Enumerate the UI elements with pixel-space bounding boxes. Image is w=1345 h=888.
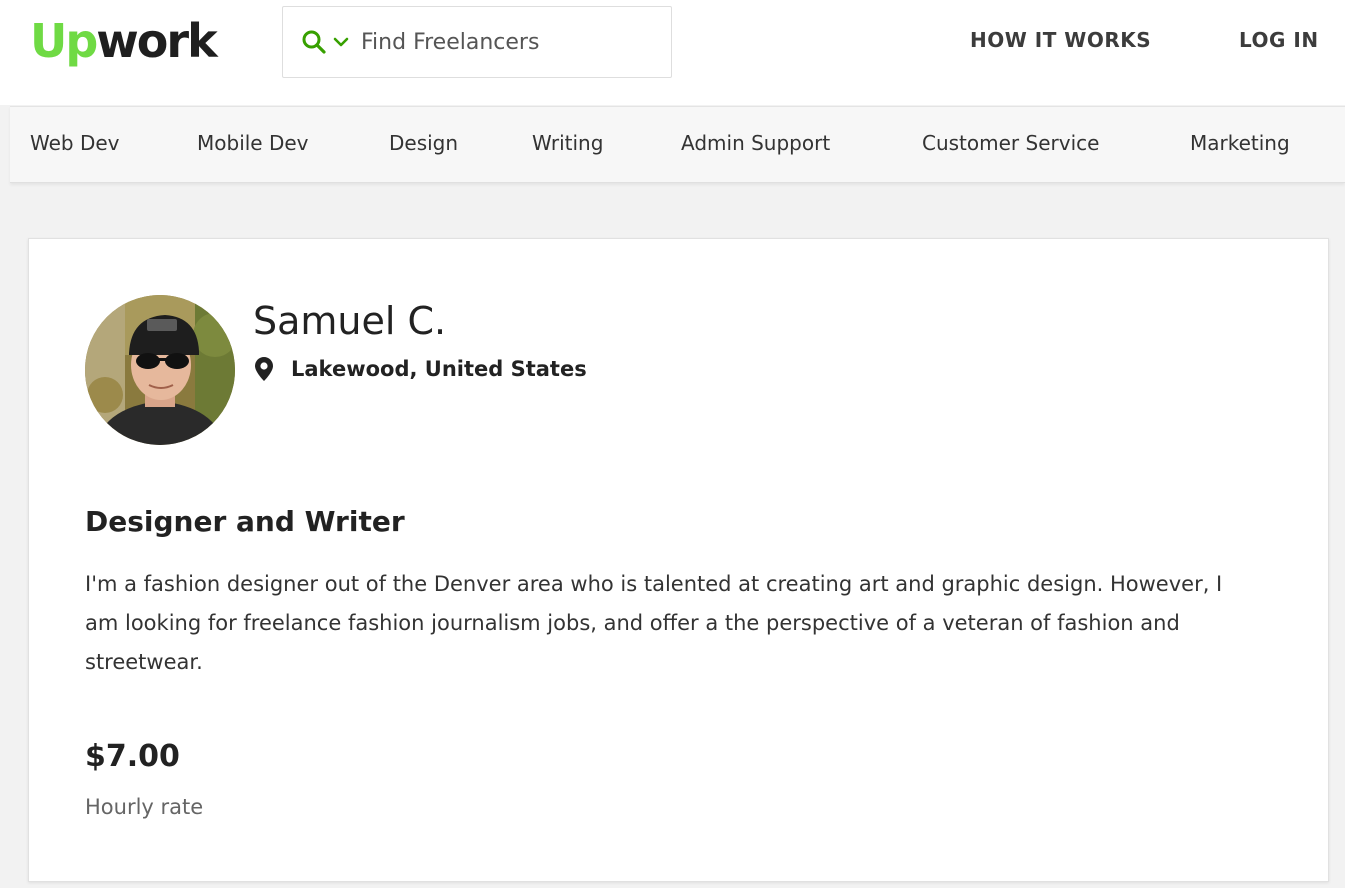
location-text: Lakewood, United States <box>291 357 587 381</box>
search-icon <box>301 29 327 55</box>
profile-title: Designer and Writer <box>85 505 405 538</box>
chevron-down-icon <box>333 36 349 48</box>
profile-description: I'm a fashion designer out of the Denver… <box>85 572 1223 674</box>
search-type-toggle[interactable] <box>301 29 349 55</box>
top-header: Upwork HOW IT WORKS LOG IN <box>0 0 1345 105</box>
search-input[interactable] <box>359 28 643 56</box>
category-admin-support[interactable]: Admin Support <box>681 131 830 155</box>
logo-up-text: Up <box>30 14 98 68</box>
hourly-rate-value: $7.00 <box>85 739 180 774</box>
category-writing[interactable]: Writing <box>532 131 603 155</box>
profile-name: Samuel C. <box>253 299 447 343</box>
upwork-logo[interactable]: Up work <box>30 6 218 76</box>
log-in-link[interactable]: LOG IN <box>1239 28 1319 52</box>
search-bar <box>282 6 672 78</box>
category-web-dev[interactable]: Web Dev <box>30 131 120 155</box>
profile-location: Lakewood, United States <box>255 357 587 381</box>
map-pin-icon <box>255 357 273 381</box>
avatar[interactable] <box>85 295 235 445</box>
category-mobile-dev[interactable]: Mobile Dev <box>197 131 309 155</box>
category-customer-service[interactable]: Customer Service <box>922 131 1099 155</box>
how-it-works-link[interactable]: HOW IT WORKS <box>970 28 1151 52</box>
category-design[interactable]: Design <box>389 131 458 155</box>
profile-card: Samuel C. Lakewood, United States Design… <box>28 238 1329 882</box>
category-marketing[interactable]: Marketing <box>1190 131 1290 155</box>
hourly-rate-label: Hourly rate <box>85 795 204 819</box>
logo-work-text: work <box>96 14 217 68</box>
category-nav: Web Dev Mobile Dev Design Writing Admin … <box>10 106 1345 183</box>
